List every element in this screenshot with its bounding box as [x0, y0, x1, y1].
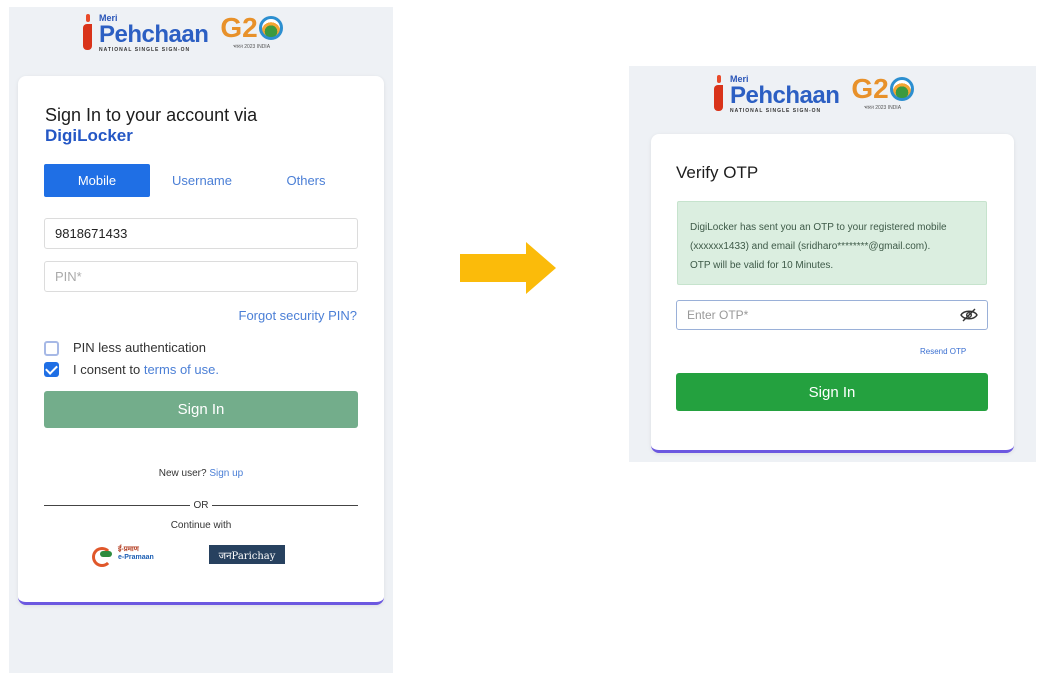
pehchaan-logo-mark-icon	[714, 75, 724, 111]
g20-logo: G2 भारत 2023 INDIA	[220, 12, 283, 50]
otp-message-line1: DigiLocker has sent you an OTP to your r…	[690, 222, 947, 233]
g20-text: G2	[851, 73, 889, 104]
janparichay-login-button[interactable]: जनParichay	[209, 545, 285, 564]
consent-text: I consent to	[73, 362, 144, 377]
consent-checkbox[interactable]	[44, 362, 59, 377]
consent-label: I consent to terms of use.	[73, 362, 219, 377]
epramaan-icon	[92, 545, 114, 567]
tab-username[interactable]: Username	[160, 164, 244, 197]
continue-with-text: Continue with	[170, 520, 232, 531]
sign-in-button[interactable]: Sign In	[44, 391, 358, 428]
new-user-row: New user? Sign up	[0, 468, 402, 479]
meri-pehchaan-logo: Meri Pehchaan NATIONAL SINGLE SIGN-ON G2…	[83, 14, 283, 53]
logo-pehchaan: Pehchaan	[730, 82, 840, 109]
hide-password-eye-icon[interactable]	[960, 308, 978, 322]
g20-subtitle: भारत 2023 INDIA	[233, 44, 271, 50]
tab-mobile[interactable]: Mobile	[44, 164, 150, 197]
meri-pehchaan-logo-otp: Meri Pehchaan NATIONAL SINGLE SIGN-ON G2…	[714, 75, 914, 114]
resend-otp-link[interactable]: Resend OTP	[920, 347, 966, 356]
epramaan-hindi: ई-प्रमाण	[118, 546, 139, 554]
otp-message-line2: (xxxxxx1433) and email (sridharo********…	[690, 241, 931, 252]
pinless-auth-label: PIN less authentication	[73, 340, 206, 355]
pinless-auth-checkbox[interactable]	[44, 341, 59, 356]
g20-text: G2	[220, 12, 258, 43]
pin-input[interactable]	[44, 261, 358, 292]
pehchaan-logo-mark-icon	[83, 14, 93, 50]
otp-message-line3: OTP will be valid for 10 Minutes.	[690, 260, 834, 271]
forgot-pin-link[interactable]: Forgot security PIN?	[239, 308, 358, 323]
sign-up-link[interactable]: Sign up	[209, 468, 243, 479]
verify-otp-title: Verify OTP	[676, 163, 759, 182]
g20-subtitle: भारत 2023 INDIA	[864, 105, 902, 111]
terms-of-use-link[interactable]: terms of use.	[144, 362, 219, 377]
epramaan-login-button[interactable]: ई-प्रमाण e-Pramaan	[92, 545, 154, 567]
login-title: Sign In to your account via	[45, 105, 258, 125]
right-arrow-icon	[460, 242, 556, 294]
epramaan-english: e-Pramaan	[118, 554, 154, 561]
tab-others[interactable]: Others	[270, 164, 342, 197]
login-title-digilocker: DigiLocker	[45, 126, 133, 145]
otp-sign-in-button[interactable]: Sign In	[676, 373, 988, 411]
g20-logo: G2 भारत 2023 INDIA	[851, 73, 914, 111]
g20-globe-icon	[258, 16, 283, 40]
new-user-text: New user?	[158, 468, 207, 479]
g20-globe-icon	[889, 77, 914, 101]
otp-input[interactable]	[676, 300, 988, 330]
logo-tagline: NATIONAL SINGLE SIGN-ON	[99, 47, 191, 53]
otp-sent-alert: DigiLocker has sent you an OTP to your r…	[677, 201, 987, 285]
logo-tagline: NATIONAL SINGLE SIGN-ON	[730, 108, 822, 114]
mobile-number-input[interactable]	[44, 218, 358, 249]
logo-pehchaan: Pehchaan	[99, 21, 209, 48]
or-text: OR	[193, 500, 209, 511]
